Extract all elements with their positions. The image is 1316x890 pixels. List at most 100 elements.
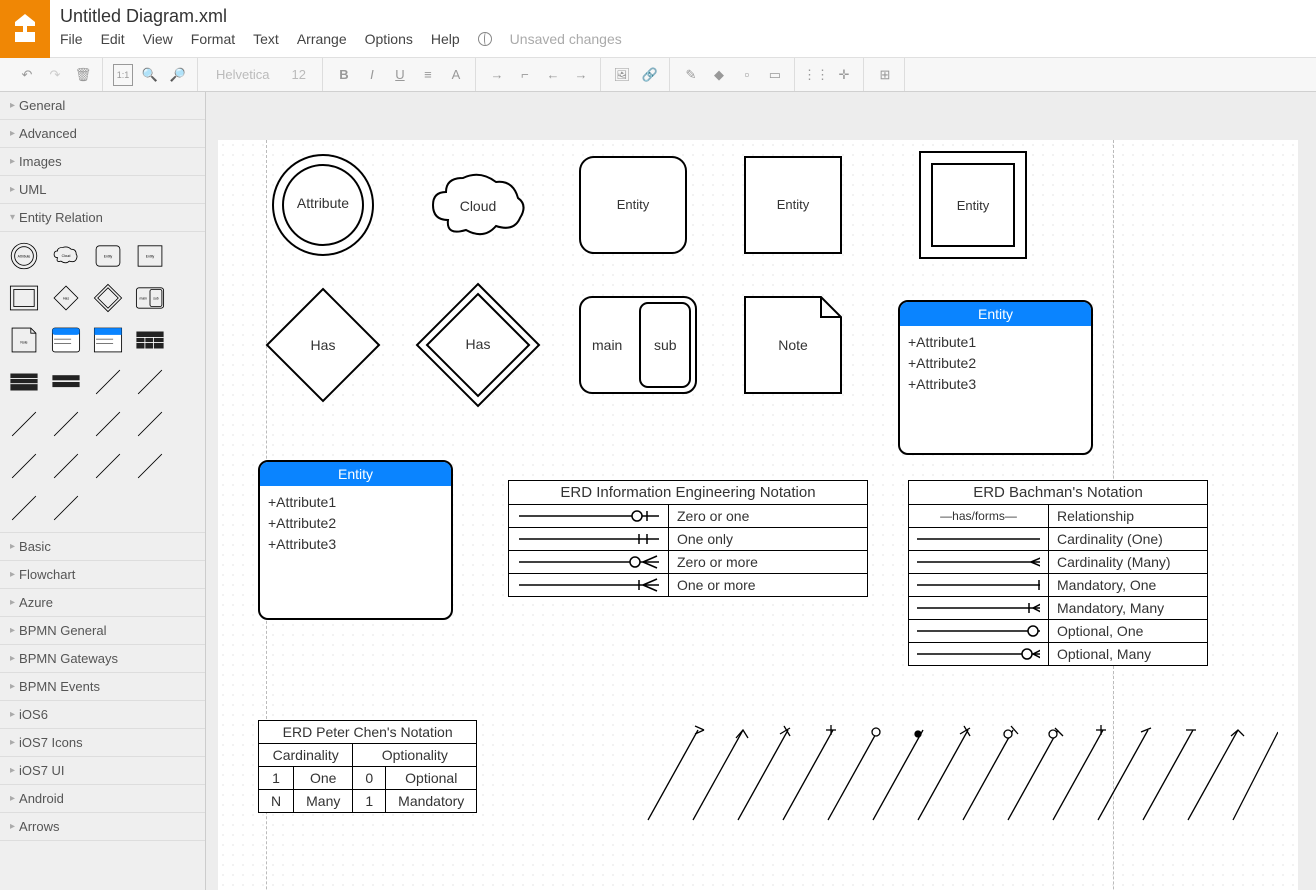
shape-chen-notation[interactable]: ERD Peter Chen's Notation CardinalityOpt… [258, 720, 477, 813]
redo-icon[interactable]: ↷ [44, 64, 66, 86]
palette-dark-rows[interactable] [48, 364, 84, 400]
palette-line-8[interactable] [48, 448, 84, 484]
grid-icon[interactable]: ⋮⋮ [805, 64, 827, 86]
link-icon[interactable]: 🔗 [639, 64, 661, 86]
palette-dark-table[interactable] [132, 322, 168, 358]
palette-line-5[interactable] [90, 406, 126, 442]
line-end-icon[interactable]: → [570, 64, 592, 86]
menu-arrange[interactable]: Arrange [297, 31, 347, 47]
shape-entity-table-2[interactable]: Entity +Attribute1 +Attribute2 +Attribut… [258, 460, 453, 620]
sidebar-arrows[interactable]: ▸Arrows [0, 813, 205, 841]
palette-line-12[interactable] [48, 490, 84, 526]
font-color-icon[interactable]: A [445, 64, 467, 86]
menu-file[interactable]: File [60, 31, 83, 47]
palette-line-6[interactable] [132, 406, 168, 442]
shape-attribute[interactable]: Attribute [268, 150, 378, 263]
sidebar: ▸General ▸Advanced ▸Images ▸UML ▾Entity … [0, 92, 206, 890]
delete-icon[interactable]: 🗑 [72, 64, 94, 86]
fill-color-icon[interactable]: ◆ [708, 64, 730, 86]
palette-line-1[interactable] [90, 364, 126, 400]
menu-options[interactable]: Options [365, 31, 413, 47]
sidebar-android[interactable]: ▸Android [0, 785, 205, 813]
palette-line-4[interactable] [48, 406, 84, 442]
palette-has-double[interactable] [90, 280, 126, 316]
palette-attribute[interactable]: Attribute [6, 238, 42, 274]
palette-line-9[interactable] [90, 448, 126, 484]
font-family[interactable]: Helvetica [208, 67, 277, 82]
sidebar-basic[interactable]: ▸Basic [0, 533, 205, 561]
palette-entity-rounded[interactable]: Entity [90, 238, 126, 274]
sidebar-general[interactable]: ▸General [0, 92, 205, 120]
shape-entity-table-1[interactable]: Entity +Attribute1 +Attribute2 +Attribut… [898, 300, 1093, 455]
palette-main-sub[interactable]: mainsub [132, 280, 168, 316]
connection-icon[interactable]: → [486, 64, 508, 86]
palette-entity-table1[interactable] [48, 322, 84, 358]
palette-cloud[interactable]: Cloud [48, 238, 84, 274]
canvas-wrap[interactable]: Attribute Cloud Entity Entity Entity [206, 92, 1316, 890]
gradient-icon[interactable]: ▭ [764, 64, 786, 86]
menu-format[interactable]: Format [191, 31, 235, 47]
line-color-icon[interactable]: ✎ [680, 64, 702, 86]
sidebar-entity-relation[interactable]: ▾Entity Relation [0, 204, 205, 232]
svg-text:main: main [140, 297, 147, 301]
shape-entity-rect[interactable]: Entity [743, 155, 843, 258]
palette-line-7[interactable] [6, 448, 42, 484]
sidebar-uml[interactable]: ▸UML [0, 176, 205, 204]
shape-ie-notation[interactable]: ERD Information Engineering Notation Zer… [508, 480, 868, 597]
font-size[interactable]: 12 [283, 67, 313, 82]
language-icon[interactable] [478, 32, 492, 46]
line-start-icon[interactable]: ← [542, 64, 564, 86]
guides-icon[interactable]: ✛ [833, 64, 855, 86]
palette-entity-frame[interactable] [6, 280, 42, 316]
shape-entity-frame[interactable]: Entity [918, 150, 1028, 263]
underline-icon[interactable]: U [389, 64, 411, 86]
zoom-actual-icon[interactable]: 1:1 [113, 64, 133, 86]
canvas[interactable]: Attribute Cloud Entity Entity Entity [218, 140, 1298, 890]
sidebar-advanced[interactable]: ▸Advanced [0, 120, 205, 148]
sidebar-ios6[interactable]: ▸iOS6 [0, 701, 205, 729]
svg-text:Cloud: Cloud [62, 254, 71, 258]
bold-icon[interactable]: B [333, 64, 355, 86]
zoom-in-icon[interactable]: 🔍 [139, 64, 161, 86]
sidebar-ios7-icons[interactable]: ▸iOS7 Icons [0, 729, 205, 757]
align-icon[interactable]: ≡ [417, 64, 439, 86]
palette-dark-table2[interactable] [6, 364, 42, 400]
menu-edit[interactable]: Edit [101, 31, 125, 47]
palette-note[interactable]: Note [6, 322, 42, 358]
waypoint-icon[interactable]: ⌐ [514, 64, 536, 86]
shape-cloud[interactable]: Cloud [418, 160, 538, 253]
image-icon[interactable]: 🖼 [611, 64, 633, 86]
document-title[interactable]: Untitled Diagram.xml [60, 6, 1306, 27]
palette-line-3[interactable] [6, 406, 42, 442]
app-logo[interactable] [0, 0, 50, 58]
shape-main-sub[interactable]: main sub [578, 295, 698, 398]
italic-icon[interactable]: I [361, 64, 383, 86]
sidebar-bpmn-gateways[interactable]: ▸BPMN Gateways [0, 645, 205, 673]
shape-note[interactable]: Note [743, 295, 843, 395]
shape-bachman-notation[interactable]: ERD Bachman's Notation —has/forms—Relati… [908, 480, 1208, 666]
shadow-icon[interactable]: ▫ [736, 64, 758, 86]
shape-has-double[interactable]: Has [413, 280, 543, 413]
zoom-out-icon[interactable]: 🔎 [167, 64, 189, 86]
connector-lines-group[interactable] [638, 720, 1278, 843]
menu-help[interactable]: Help [431, 31, 460, 47]
sidebar-bpmn-events[interactable]: ▸BPMN Events [0, 673, 205, 701]
sidebar-ios7-ui[interactable]: ▸iOS7 UI [0, 757, 205, 785]
svg-text:Note: Note [20, 340, 27, 344]
shape-has[interactable]: Has [263, 285, 383, 408]
menu-view[interactable]: View [143, 31, 173, 47]
palette-line-11[interactable] [6, 490, 42, 526]
palette-entity-rect[interactable]: Entity [132, 238, 168, 274]
sidebar-azure[interactable]: ▸Azure [0, 589, 205, 617]
sidebar-flowchart[interactable]: ▸Flowchart [0, 561, 205, 589]
sidebar-bpmn-general[interactable]: ▸BPMN General [0, 617, 205, 645]
palette-line-2[interactable] [132, 364, 168, 400]
palette-line-10[interactable] [132, 448, 168, 484]
palette-entity-table2[interactable] [90, 322, 126, 358]
menu-text[interactable]: Text [253, 31, 279, 47]
palette-has[interactable]: Has [48, 280, 84, 316]
outline-icon[interactable]: ⊞ [874, 64, 896, 86]
shape-entity-rounded[interactable]: Entity [578, 155, 688, 258]
sidebar-images[interactable]: ▸Images [0, 148, 205, 176]
undo-icon[interactable]: ↶ [16, 64, 38, 86]
